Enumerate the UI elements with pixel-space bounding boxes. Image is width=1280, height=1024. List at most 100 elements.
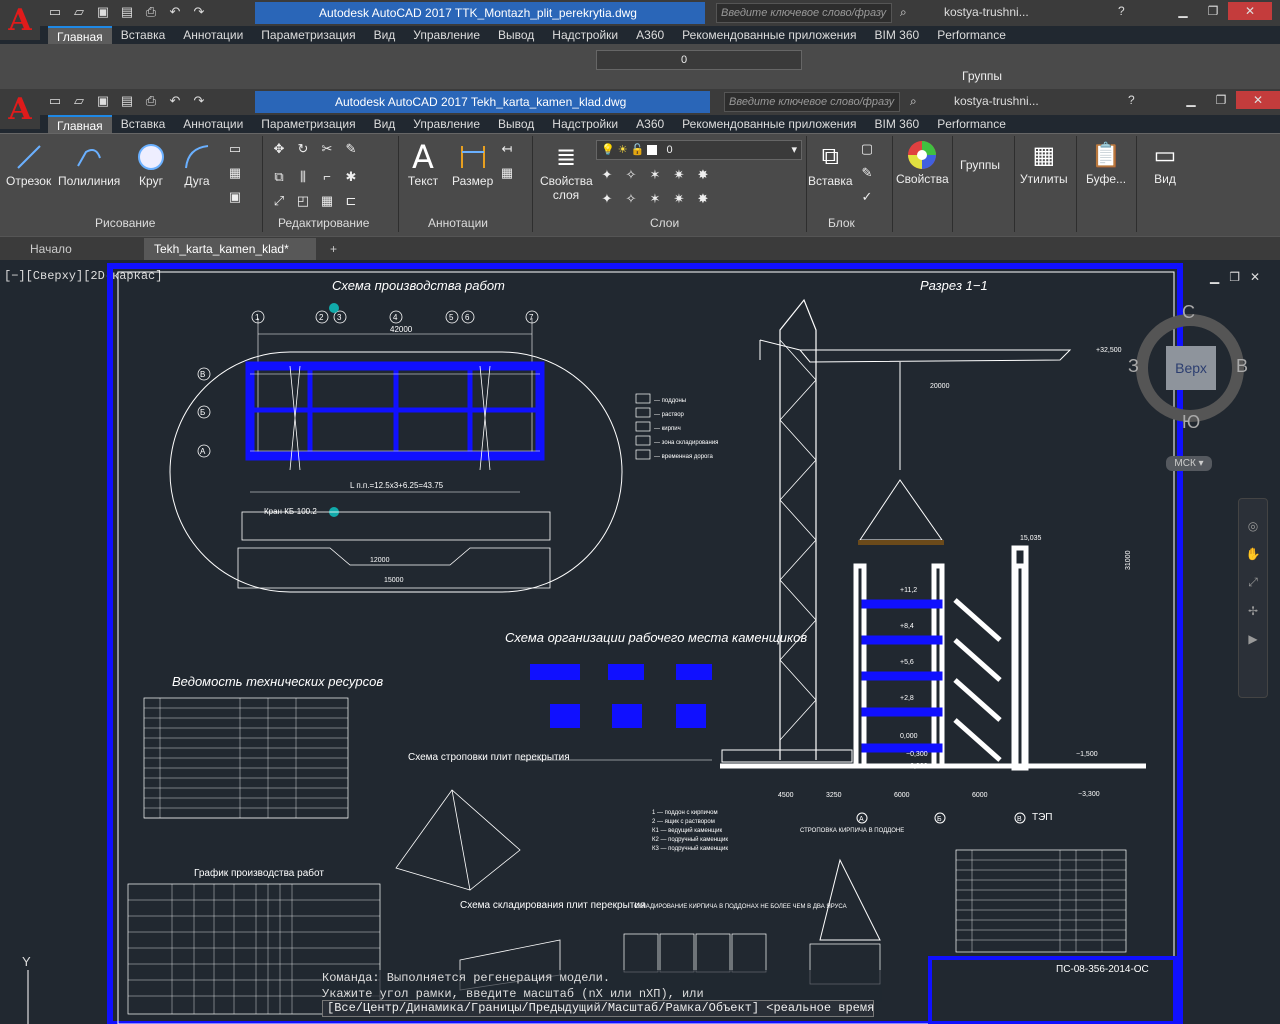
create-block-icon[interactable]: ▢ <box>858 140 876 158</box>
pan-icon[interactable]: ✋ <box>1239 547 1267 561</box>
layer-tool-8-icon[interactable]: ✶ <box>646 190 664 208</box>
layer-tool-9-icon[interactable]: ✷ <box>670 190 688 208</box>
draw-panel-label[interactable]: Рисование <box>95 216 155 230</box>
edit-block-icon[interactable]: ✎ <box>858 164 876 182</box>
back-search-input[interactable]: Введите ключевое слово/фразу <box>716 3 892 23</box>
back-close-button[interactable]: ✕ <box>1228 2 1272 20</box>
ribbon-tab[interactable]: Параметризация <box>252 26 364 44</box>
ribbon-tab[interactable]: Вид <box>365 26 405 44</box>
ribbon-tab[interactable]: Главная <box>48 115 112 133</box>
mirror-icon[interactable]: ⫼ <box>294 168 312 186</box>
attribute-icon[interactable]: ✓ <box>858 188 876 206</box>
compass-west[interactable]: З <box>1128 356 1139 377</box>
ribbon-tab[interactable]: Вывод <box>489 115 543 133</box>
back-restore-button[interactable]: ❐ <box>1198 2 1228 20</box>
ribbon-tab[interactable]: Performance <box>928 115 1015 133</box>
new-tab-button[interactable]: + <box>320 238 347 260</box>
steering-wheel-icon[interactable]: ◎ <box>1239 519 1267 533</box>
ribbon-tab[interactable]: Performance <box>928 26 1015 44</box>
polyline-button[interactable]: Полилиния <box>58 140 120 188</box>
tab-active-drawing[interactable]: Tekh_karta_kamen_klad* <box>144 238 316 260</box>
clipboard-button[interactable]: 📋 Буфе... <box>1086 138 1126 187</box>
back-minimize-button[interactable]: ▁ <box>1168 2 1198 20</box>
new-icon[interactable]: ▭ <box>46 92 64 110</box>
redo-icon[interactable]: ↷ <box>190 92 208 110</box>
viewcube[interactable]: Верх С Ю З В <box>1128 302 1250 432</box>
saveas-icon[interactable]: ▤ <box>118 92 136 110</box>
layers-panel-label[interactable]: Слои <box>650 216 679 230</box>
layer-properties-button[interactable]: ≣ Свойства слоя <box>540 140 593 203</box>
ribbon-tab[interactable]: Управление <box>404 26 489 44</box>
saveas-icon[interactable]: ▤ <box>118 3 136 21</box>
layer-tool-1-icon[interactable]: ✦ <box>598 166 616 184</box>
ribbon-tab[interactable]: Аннотации <box>174 26 252 44</box>
scale-icon[interactable]: ◰ <box>294 192 312 210</box>
offset-icon[interactable]: ⊏ <box>342 192 360 210</box>
dimension-button[interactable]: Размер <box>452 140 493 188</box>
search-input[interactable]: Введите ключевое слово/фразу <box>724 92 900 112</box>
properties-button[interactable]: Свойства <box>896 138 949 186</box>
viewcube-top-face[interactable]: Верх <box>1166 346 1216 390</box>
layer-dropdown[interactable]: 💡 ☀ 🔓 0 ▾ <box>596 140 802 160</box>
groups-button[interactable]: Группы <box>960 138 1000 172</box>
ucs-dropdown[interactable]: МСК ▾ <box>1166 456 1212 471</box>
undo-icon[interactable]: ↶ <box>166 92 184 110</box>
ribbon-tab[interactable]: Надстройки <box>543 26 627 44</box>
erase-icon[interactable]: ✎ <box>342 140 360 158</box>
annotation-panel-label[interactable]: Аннотации <box>428 216 488 230</box>
move-icon[interactable]: ✥ <box>270 140 288 158</box>
arc-button[interactable]: Дуга <box>180 140 214 188</box>
tab-start[interactable]: Начало <box>20 238 82 260</box>
showmotion-icon[interactable]: ▶ <box>1239 632 1267 646</box>
ribbon-tab[interactable]: A360 <box>627 115 673 133</box>
ribbon-tab[interactable]: Рекомендованные приложения <box>673 26 865 44</box>
line-button[interactable]: Отрезок <box>6 140 51 188</box>
back-groups-label[interactable]: Группы <box>962 69 1002 83</box>
save-icon[interactable]: ▣ <box>94 3 112 21</box>
insert-block-button[interactable]: ⧉ Вставка <box>808 140 853 188</box>
help-icon[interactable]: ? <box>1128 93 1135 107</box>
explode-icon[interactable]: ✱ <box>342 168 360 186</box>
compass-south[interactable]: Ю <box>1182 412 1200 433</box>
restore-button[interactable]: ❐ <box>1206 91 1236 109</box>
new-icon[interactable]: ▭ <box>46 3 64 21</box>
undo-icon[interactable]: ↶ <box>166 3 184 21</box>
user-name[interactable]: kostya-trushni... <box>954 94 1039 108</box>
command-input[interactable]: [Все/Центр/Динамика/Границы/Предыдущий/М… <box>322 1000 874 1017</box>
open-icon[interactable]: ▱ <box>70 3 88 21</box>
copy-icon[interactable]: ⧉ <box>270 168 288 186</box>
back-help-icon[interactable]: ? <box>1118 4 1125 18</box>
ribbon-tab[interactable]: Аннотации <box>174 115 252 133</box>
back-app-logo[interactable]: A <box>0 0 40 40</box>
open-icon[interactable]: ▱ <box>70 92 88 110</box>
ribbon-tab[interactable]: Рекомендованные приложения <box>673 115 865 133</box>
layer-tool-5-icon[interactable]: ✸ <box>694 166 712 184</box>
modify-panel-label[interactable]: Редактирование <box>278 216 369 230</box>
ribbon-tab[interactable]: Надстройки <box>543 115 627 133</box>
ribbon-tab[interactable]: Вывод <box>489 26 543 44</box>
redo-icon[interactable]: ↷ <box>190 3 208 21</box>
print-icon[interactable]: ⎙ <box>142 92 160 110</box>
bulb-icon[interactable]: 💡 <box>601 144 615 156</box>
ribbon-tab[interactable]: Вид <box>365 115 405 133</box>
fillet-icon[interactable]: ⌐ <box>318 168 336 186</box>
view-button[interactable]: ▭ Вид <box>1148 138 1182 187</box>
print-icon[interactable]: ⎙ <box>142 3 160 21</box>
ribbon-tab[interactable]: Вставка <box>112 115 175 133</box>
layer-tool-6-icon[interactable]: ✦ <box>598 190 616 208</box>
lock-icon[interactable]: 🔓 <box>631 144 645 156</box>
ribbon-tab[interactable]: Управление <box>404 115 489 133</box>
layer-tool-3-icon[interactable]: ✶ <box>646 166 664 184</box>
table-icon[interactable]: ▦ <box>498 164 516 182</box>
stretch-icon[interactable]: ⤢ <box>270 192 288 210</box>
sun-icon[interactable]: ☀ <box>618 144 628 156</box>
minimize-button[interactable]: ▁ <box>1176 91 1206 109</box>
boundary-icon[interactable]: ▣ <box>226 188 244 206</box>
compass-east[interactable]: В <box>1236 356 1248 377</box>
hatch-icon[interactable]: ▦ <box>226 164 244 182</box>
rectangle-icon[interactable]: ▭ <box>226 140 244 158</box>
layer-tool-7-icon[interactable]: ✧ <box>622 190 640 208</box>
text-button[interactable]: A Текст <box>406 138 440 188</box>
close-button[interactable]: ✕ <box>1236 91 1280 109</box>
ribbon-tab[interactable]: A360 <box>627 26 673 44</box>
